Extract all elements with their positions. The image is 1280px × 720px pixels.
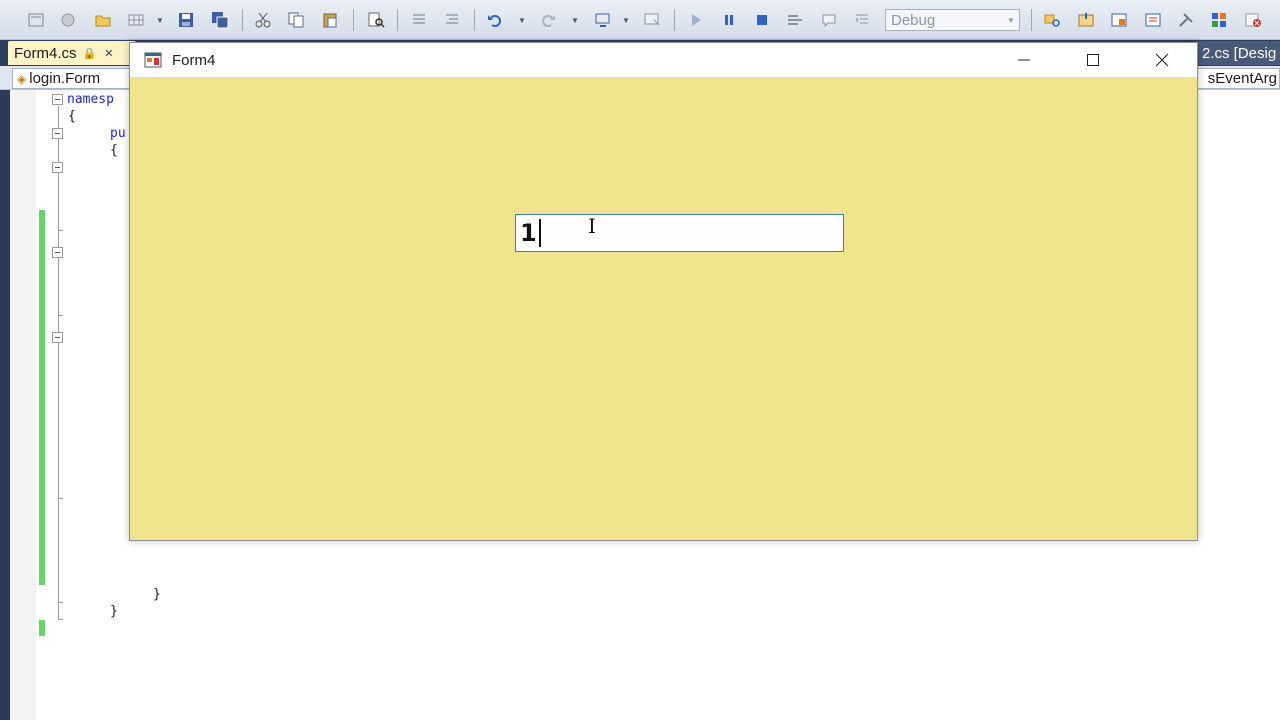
grid-icon[interactable] bbox=[126, 10, 146, 30]
close-icon[interactable]: ✕ bbox=[104, 47, 113, 60]
collapse-icon[interactable] bbox=[52, 332, 63, 343]
toolbar-separator bbox=[353, 9, 354, 31]
toolbar-separator bbox=[242, 9, 243, 31]
member-combo[interactable]: sEventArg bbox=[1196, 68, 1280, 89]
outline-line bbox=[58, 106, 59, 620]
toolbar-separator bbox=[1031, 9, 1032, 31]
code-brace: { bbox=[110, 143, 118, 158]
change-bar bbox=[39, 210, 45, 585]
breakpoint-icon[interactable] bbox=[819, 10, 839, 30]
toolbar-separator bbox=[474, 9, 475, 31]
outline-tick bbox=[58, 602, 63, 603]
code-brace: } bbox=[110, 604, 118, 619]
text-input[interactable]: 1 bbox=[515, 214, 844, 252]
collapse-icon[interactable] bbox=[52, 128, 63, 139]
type-combo[interactable]: ◈ login.Form bbox=[12, 68, 140, 89]
outline-tick bbox=[58, 230, 63, 231]
editor-margin bbox=[10, 90, 36, 720]
code-brace: { bbox=[68, 109, 76, 124]
class-icon: ◈ bbox=[17, 71, 27, 86]
navigate-icon[interactable] bbox=[593, 10, 613, 30]
start-icon[interactable] bbox=[686, 10, 706, 30]
outline-tick bbox=[58, 498, 63, 499]
circle-icon[interactable] bbox=[58, 10, 78, 30]
outline-tick bbox=[58, 315, 63, 316]
save-icon[interactable] bbox=[176, 10, 196, 30]
tools-icon[interactable] bbox=[1176, 10, 1196, 30]
lock-icon: 🔒 bbox=[82, 47, 97, 60]
open-folder-icon[interactable] bbox=[93, 10, 113, 30]
minimize-button[interactable] bbox=[1001, 43, 1047, 77]
close-button[interactable] bbox=[1139, 43, 1185, 77]
solution-configuration-select[interactable]: Debug ▼ bbox=[885, 9, 1020, 31]
ibeam-cursor-icon: I bbox=[588, 214, 596, 238]
tab-label: 2.cs [Desig bbox=[1202, 44, 1277, 62]
redo-icon[interactable] bbox=[538, 10, 558, 30]
title-bar[interactable]: Form4 bbox=[130, 43, 1197, 77]
form-icon bbox=[144, 52, 162, 68]
comment-icon[interactable] bbox=[409, 10, 429, 30]
properties-icon[interactable] bbox=[1076, 10, 1096, 30]
tab-form4-cs[interactable]: Form4.cs 🔒 ✕ bbox=[8, 41, 136, 65]
standard-toolbar: ▼ ▼ ▼ ▼ Debug ▼ bbox=[0, 0, 1280, 40]
toolbar-separator bbox=[397, 9, 398, 31]
tab-designer[interactable]: 2.cs [Desig bbox=[1196, 41, 1280, 65]
maximize-button[interactable] bbox=[1070, 43, 1116, 77]
text-input-value: 1 bbox=[520, 219, 537, 247]
indent-icon[interactable] bbox=[852, 10, 872, 30]
stop-icon[interactable] bbox=[752, 10, 772, 30]
close-icon bbox=[1155, 53, 1169, 67]
text-caret bbox=[538, 219, 541, 247]
save-all-icon[interactable] bbox=[210, 10, 230, 30]
paste-icon[interactable] bbox=[320, 10, 340, 30]
chevron-down-icon[interactable]: ▼ bbox=[517, 10, 527, 30]
toolbar-separator bbox=[674, 9, 675, 31]
solution-explorer-icon[interactable] bbox=[1042, 10, 1062, 30]
change-bar bbox=[39, 620, 45, 636]
extension-icon[interactable] bbox=[1209, 10, 1229, 30]
form-client-area: 1 I bbox=[130, 77, 1197, 540]
chevron-down-icon: ▼ bbox=[1007, 15, 1015, 25]
outline-tick bbox=[58, 619, 63, 620]
find-icon[interactable] bbox=[366, 10, 386, 30]
copy-icon[interactable] bbox=[286, 10, 306, 30]
type-combo-value: login.Form bbox=[29, 70, 101, 87]
collapse-icon[interactable] bbox=[52, 162, 63, 173]
window-title: Form4 bbox=[172, 51, 216, 69]
uncomment-icon[interactable] bbox=[442, 10, 462, 30]
code-namespace: namesp bbox=[67, 92, 114, 107]
cut-icon[interactable] bbox=[253, 10, 273, 30]
code-public: pu bbox=[110, 126, 126, 141]
chevron-down-icon[interactable]: ▼ bbox=[570, 10, 580, 30]
collapse-icon[interactable] bbox=[52, 247, 63, 258]
screen-icon[interactable] bbox=[642, 10, 662, 30]
member-combo-value: sEventArg bbox=[1207, 70, 1277, 87]
toolbox-icon[interactable] bbox=[1143, 10, 1163, 30]
layout-icon[interactable] bbox=[26, 10, 46, 30]
chevron-down-icon[interactable]: ▼ bbox=[621, 10, 631, 30]
maximize-icon bbox=[1087, 54, 1099, 66]
object-browser-icon[interactable] bbox=[1109, 10, 1129, 30]
close-red-icon[interactable] bbox=[1243, 10, 1263, 30]
tab-label: Form4.cs bbox=[14, 44, 77, 62]
pause-icon[interactable] bbox=[719, 10, 739, 30]
code-brace: } bbox=[153, 587, 161, 602]
collapse-icon[interactable] bbox=[52, 94, 63, 105]
chevron-down-icon[interactable]: ▼ bbox=[155, 10, 165, 30]
minimize-icon bbox=[1018, 59, 1030, 61]
configuration-value: Debug bbox=[891, 11, 936, 29]
step-icon[interactable] bbox=[785, 10, 805, 30]
form4-window[interactable]: Form4 1 I bbox=[129, 42, 1198, 541]
undo-icon[interactable] bbox=[485, 10, 505, 30]
